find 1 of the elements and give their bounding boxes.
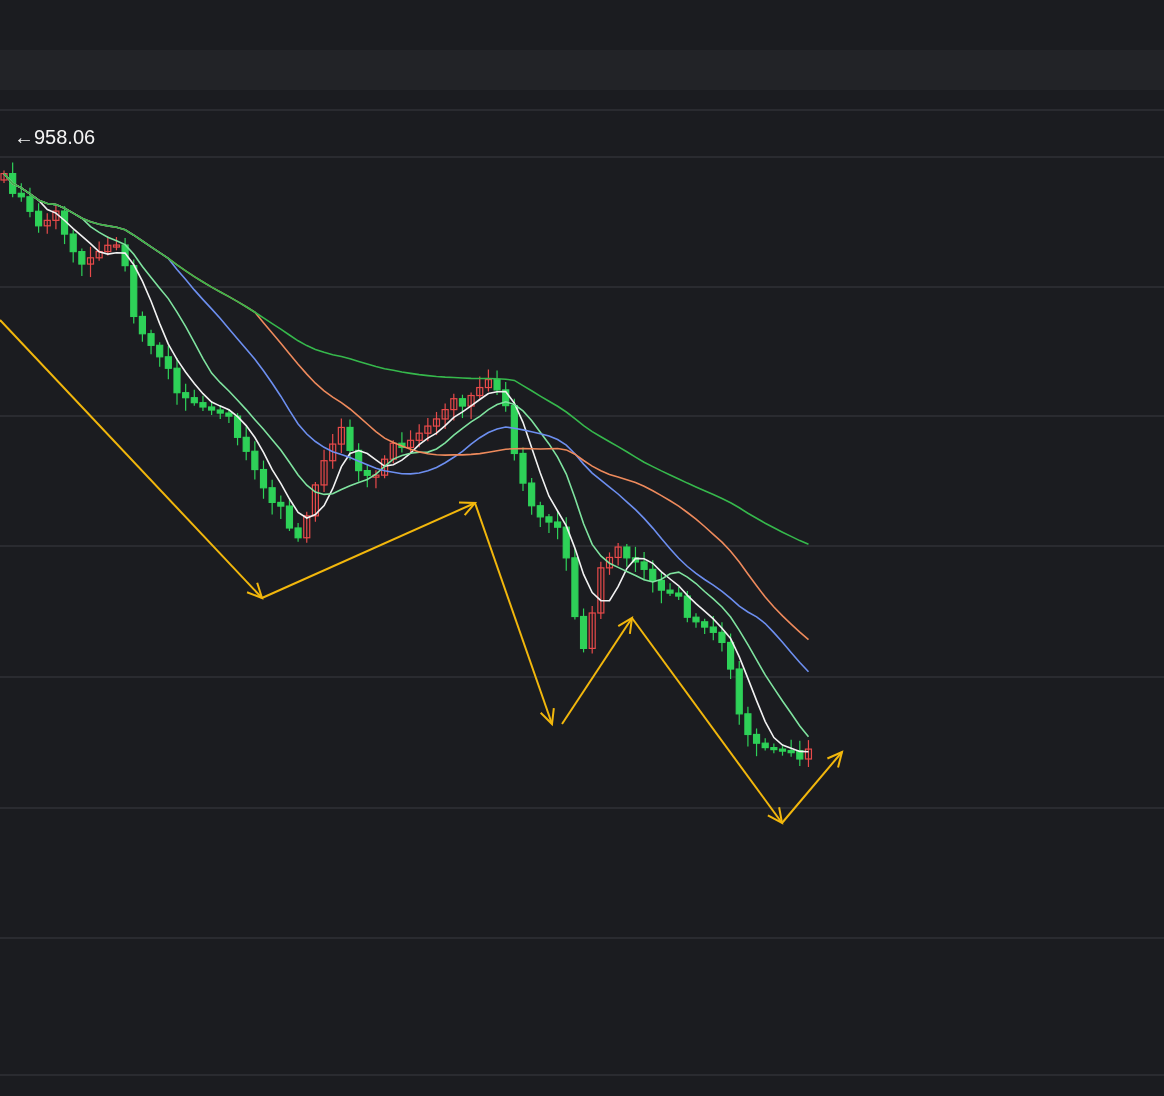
price-high-label: ←958.06 bbox=[14, 125, 96, 149]
